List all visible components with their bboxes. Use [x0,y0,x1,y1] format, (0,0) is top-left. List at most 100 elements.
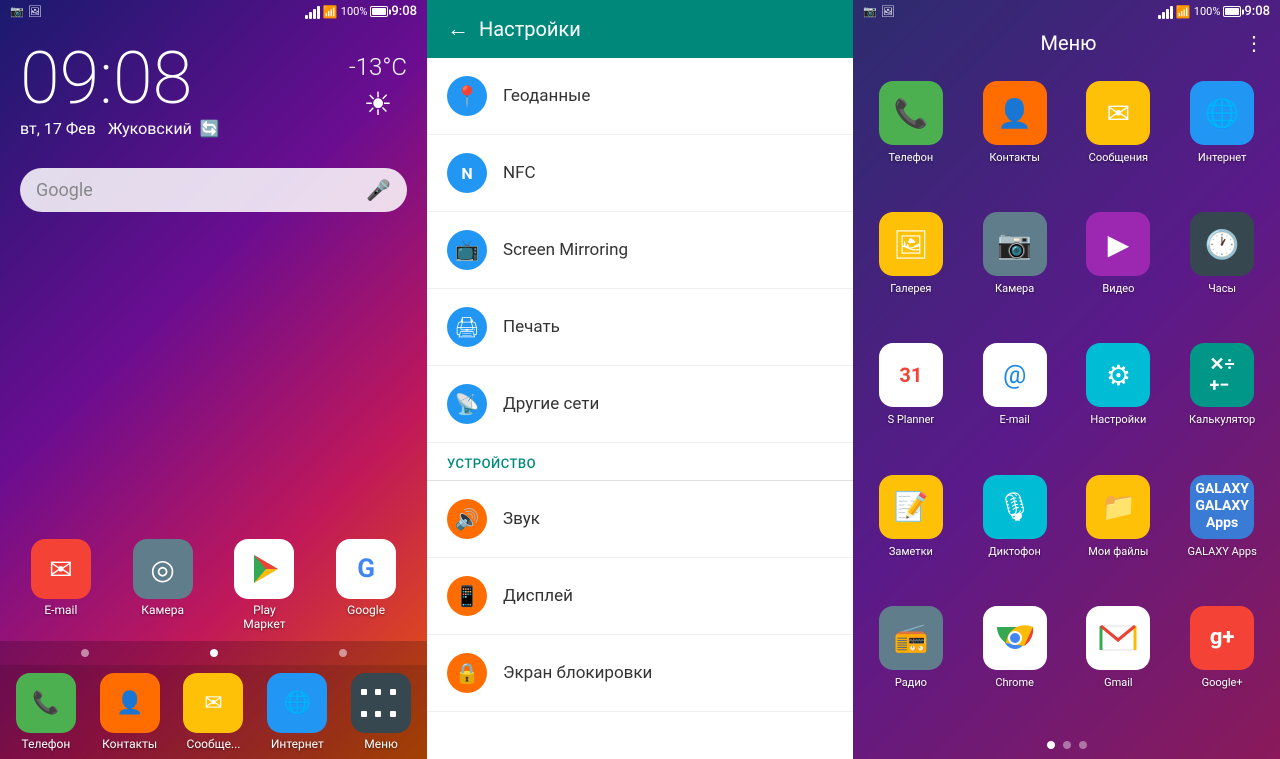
grid-app-recorder[interactable]: 🎙 Диктофон [965,465,1065,592]
grid-app-camera[interactable]: 📷 Камера [965,202,1065,329]
grid-contacts-icon: 👤 [983,81,1047,145]
settings-item-nfc[interactable]: N NFC [427,135,853,212]
app-google-label: Google [347,603,385,617]
grid-app-calc[interactable]: ✕÷+− Калькулятор [1172,333,1272,460]
grid-internet-label: Интернет [1198,151,1246,164]
display-icon: 📱 [447,576,487,616]
refresh-icon[interactable]: 🔄 [200,119,220,138]
grid-app-messages[interactable]: ✉ Сообщения [1069,71,1169,198]
grid-app-notes[interactable]: 📝 Заметки [861,465,961,592]
app-camera-label: Камера [141,603,184,617]
dock-phone-icon: 📞 [16,673,76,733]
grid-phone-label: Телефон [889,151,934,164]
mic-icon[interactable]: 🎤 [366,178,391,202]
grid-app-phone[interactable]: 📞 Телефон [861,71,961,198]
app-row-main: ✉ E-mail ◎ Камера PlayМаркет G Google [0,529,427,641]
grid-app-email[interactable]: @ E-mail [965,333,1065,460]
settings-title: Настройки [479,17,581,41]
grid-clock-label: Часы [1208,282,1236,295]
page-dot-1 [1047,741,1055,749]
settings-item-sound[interactable]: 🔊 Звук [427,481,853,558]
grid-app-myfiles[interactable]: 📁 Мои файлы [1069,465,1169,592]
grid-app-internet[interactable]: 🌐 Интернет [1172,71,1272,198]
grid-gmail-icon [1086,606,1150,670]
grid-clock-icon: 🕐 [1190,212,1254,276]
app-camera[interactable]: ◎ Камера [133,539,193,631]
grid-googleplus-label: Google+ [1202,676,1243,689]
page-dot-3 [1079,741,1087,749]
dock-messages[interactable]: ✉ Сообще... [183,673,243,751]
clock-area: 09:08 вт, 17 Фев Жуковский 🔄 -13°C ☀ [0,23,427,148]
grid-radio-icon: 📻 [879,606,943,670]
grid-app-googleplus[interactable]: g+ Google+ [1172,596,1272,723]
grid-app-clock[interactable]: 🕐 Часы [1172,202,1272,329]
date-display: вт, 17 Фев Жуковский 🔄 [20,119,220,138]
settings-item-mirroring[interactable]: 📺 Screen Mirroring [427,212,853,289]
grid-video-icon: ▶ [1086,212,1150,276]
grid-app-contacts[interactable]: 👤 Контакты [965,71,1065,198]
grid-app-video[interactable]: ▶ Видео [1069,202,1169,329]
battery-icon [370,6,388,17]
sound-label: Звук [503,509,540,529]
battery-pct-p3: 100% [1194,5,1221,18]
dock-phone-label: Телефон [22,737,71,751]
dock-messages-icon: ✉ [183,673,243,733]
dock-internet[interactable]: 🌐 Интернет [267,673,327,751]
print-icon: 🖨 [447,307,487,347]
grid-radio-label: Радио [895,676,927,689]
grid-myfiles-icon: 📁 [1086,475,1150,539]
notif-icon-p3: 📷 [863,5,877,18]
grid-app-splanner[interactable]: 31 S Planner [861,333,961,460]
dock-contacts[interactable]: 👤 Контакты [100,673,160,751]
dock-menu[interactable]: Меню [351,673,411,751]
grid-app-radio[interactable]: 📻 Радио [861,596,961,723]
signal-icon [305,5,320,19]
notification-icon: 📷 [10,5,24,18]
grid-notes-icon: 📝 [879,475,943,539]
settings-item-print[interactable]: 🖨 Печать [427,289,853,366]
grid-splanner-icon: 31 [879,343,943,407]
geodata-icon: 📍 [447,76,487,116]
grid-app-galaxyapps[interactable]: GALAXYGALAXYApps GALAXY Apps [1172,465,1272,592]
grid-app-settings[interactable]: ⚙ Настройки [1069,333,1169,460]
dock-phone[interactable]: 📞 Телефон [16,673,76,751]
time-display: 9:08 [391,4,417,19]
grid-recorder-label: Диктофон [988,545,1041,558]
display-label: Дисплей [503,586,573,606]
page-indicator [853,731,1280,759]
app-email[interactable]: ✉ E-mail [31,539,91,631]
grid-video-label: Видео [1102,282,1134,295]
grid-myfiles-label: Мои файлы [1088,545,1148,558]
app-google[interactable]: G Google [336,539,396,631]
google-search-bar[interactable]: Google 🎤 [20,168,407,212]
networks-label: Другие сети [503,394,599,414]
menu-title: Меню [893,31,1244,55]
panel-settings: ← Настройки 📍 Геоданные N NFC 📺 Screen M… [427,0,853,759]
settings-back-icon[interactable]: ← [447,16,469,42]
dock-menu-icon [351,673,411,733]
grid-recorder-icon: 🎙 [983,475,1047,539]
dock-row: 📞 Телефон 👤 Контакты ✉ Сообще... 🌐 Интер… [0,665,427,759]
app-play[interactable]: PlayМаркет [234,539,294,631]
google-icon-img: G [336,539,396,599]
print-label: Печать [503,317,560,337]
grid-app-chrome[interactable]: Chrome [965,596,1065,723]
grid-galaxyapps-label: GALAXY Apps [1187,545,1256,558]
settings-header: ← Настройки [427,0,853,58]
status-left-p3: 📷 🖼 [863,5,895,18]
settings-item-geodata[interactable]: 📍 Геоданные [427,58,853,135]
grid-gallery-icon: 🖼 [879,212,943,276]
grid-app-gmail[interactable]: Gmail [1069,596,1169,723]
more-options-icon[interactable]: ⋮ [1244,31,1264,55]
dock-messages-label: Сообще... [187,737,241,751]
grid-camera-label: Камера [995,282,1034,295]
wifi-icon-p3: 📶 [1176,5,1191,19]
menu-topbar: Меню ⋮ [853,23,1280,63]
settings-item-display[interactable]: 📱 Дисплей [427,558,853,635]
settings-item-networks[interactable]: 📡 Другие сети [427,366,853,443]
grid-internet-icon: 🌐 [1190,81,1254,145]
nav-dot-2 [210,649,218,657]
grid-googleplus-icon: g+ [1190,606,1254,670]
grid-app-gallery[interactable]: 🖼 Галерея [861,202,961,329]
settings-item-lockscreen[interactable]: 🔒 Экран блокировки [427,635,853,712]
